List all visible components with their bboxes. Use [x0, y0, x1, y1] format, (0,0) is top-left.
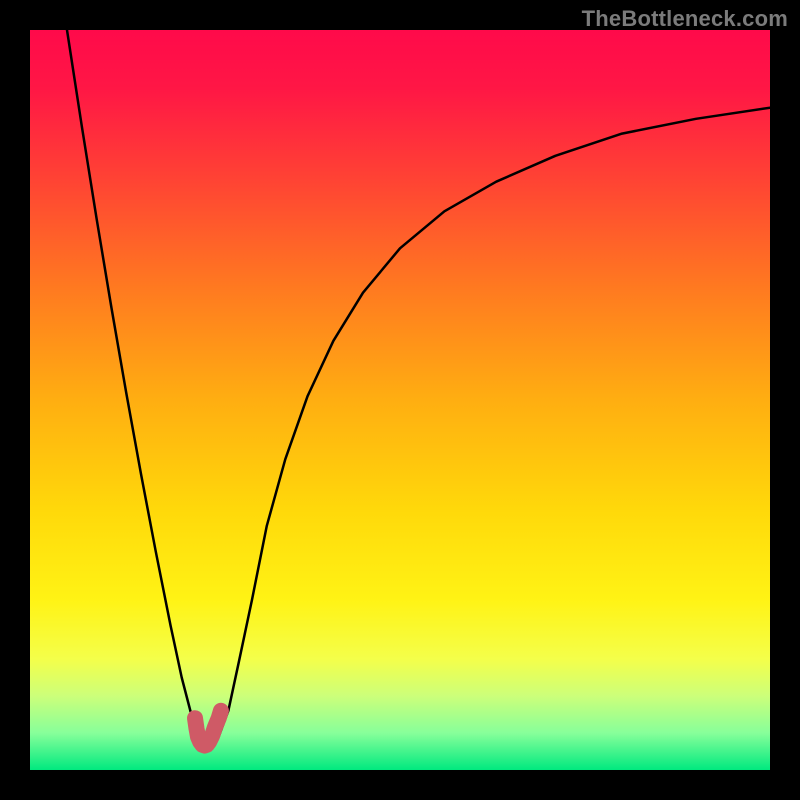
- gradient-background: [30, 30, 770, 770]
- watermark-text: TheBottleneck.com: [582, 6, 788, 32]
- chart-svg: [30, 30, 770, 770]
- chart-frame: TheBottleneck.com: [0, 0, 800, 800]
- plot-area: [30, 30, 770, 770]
